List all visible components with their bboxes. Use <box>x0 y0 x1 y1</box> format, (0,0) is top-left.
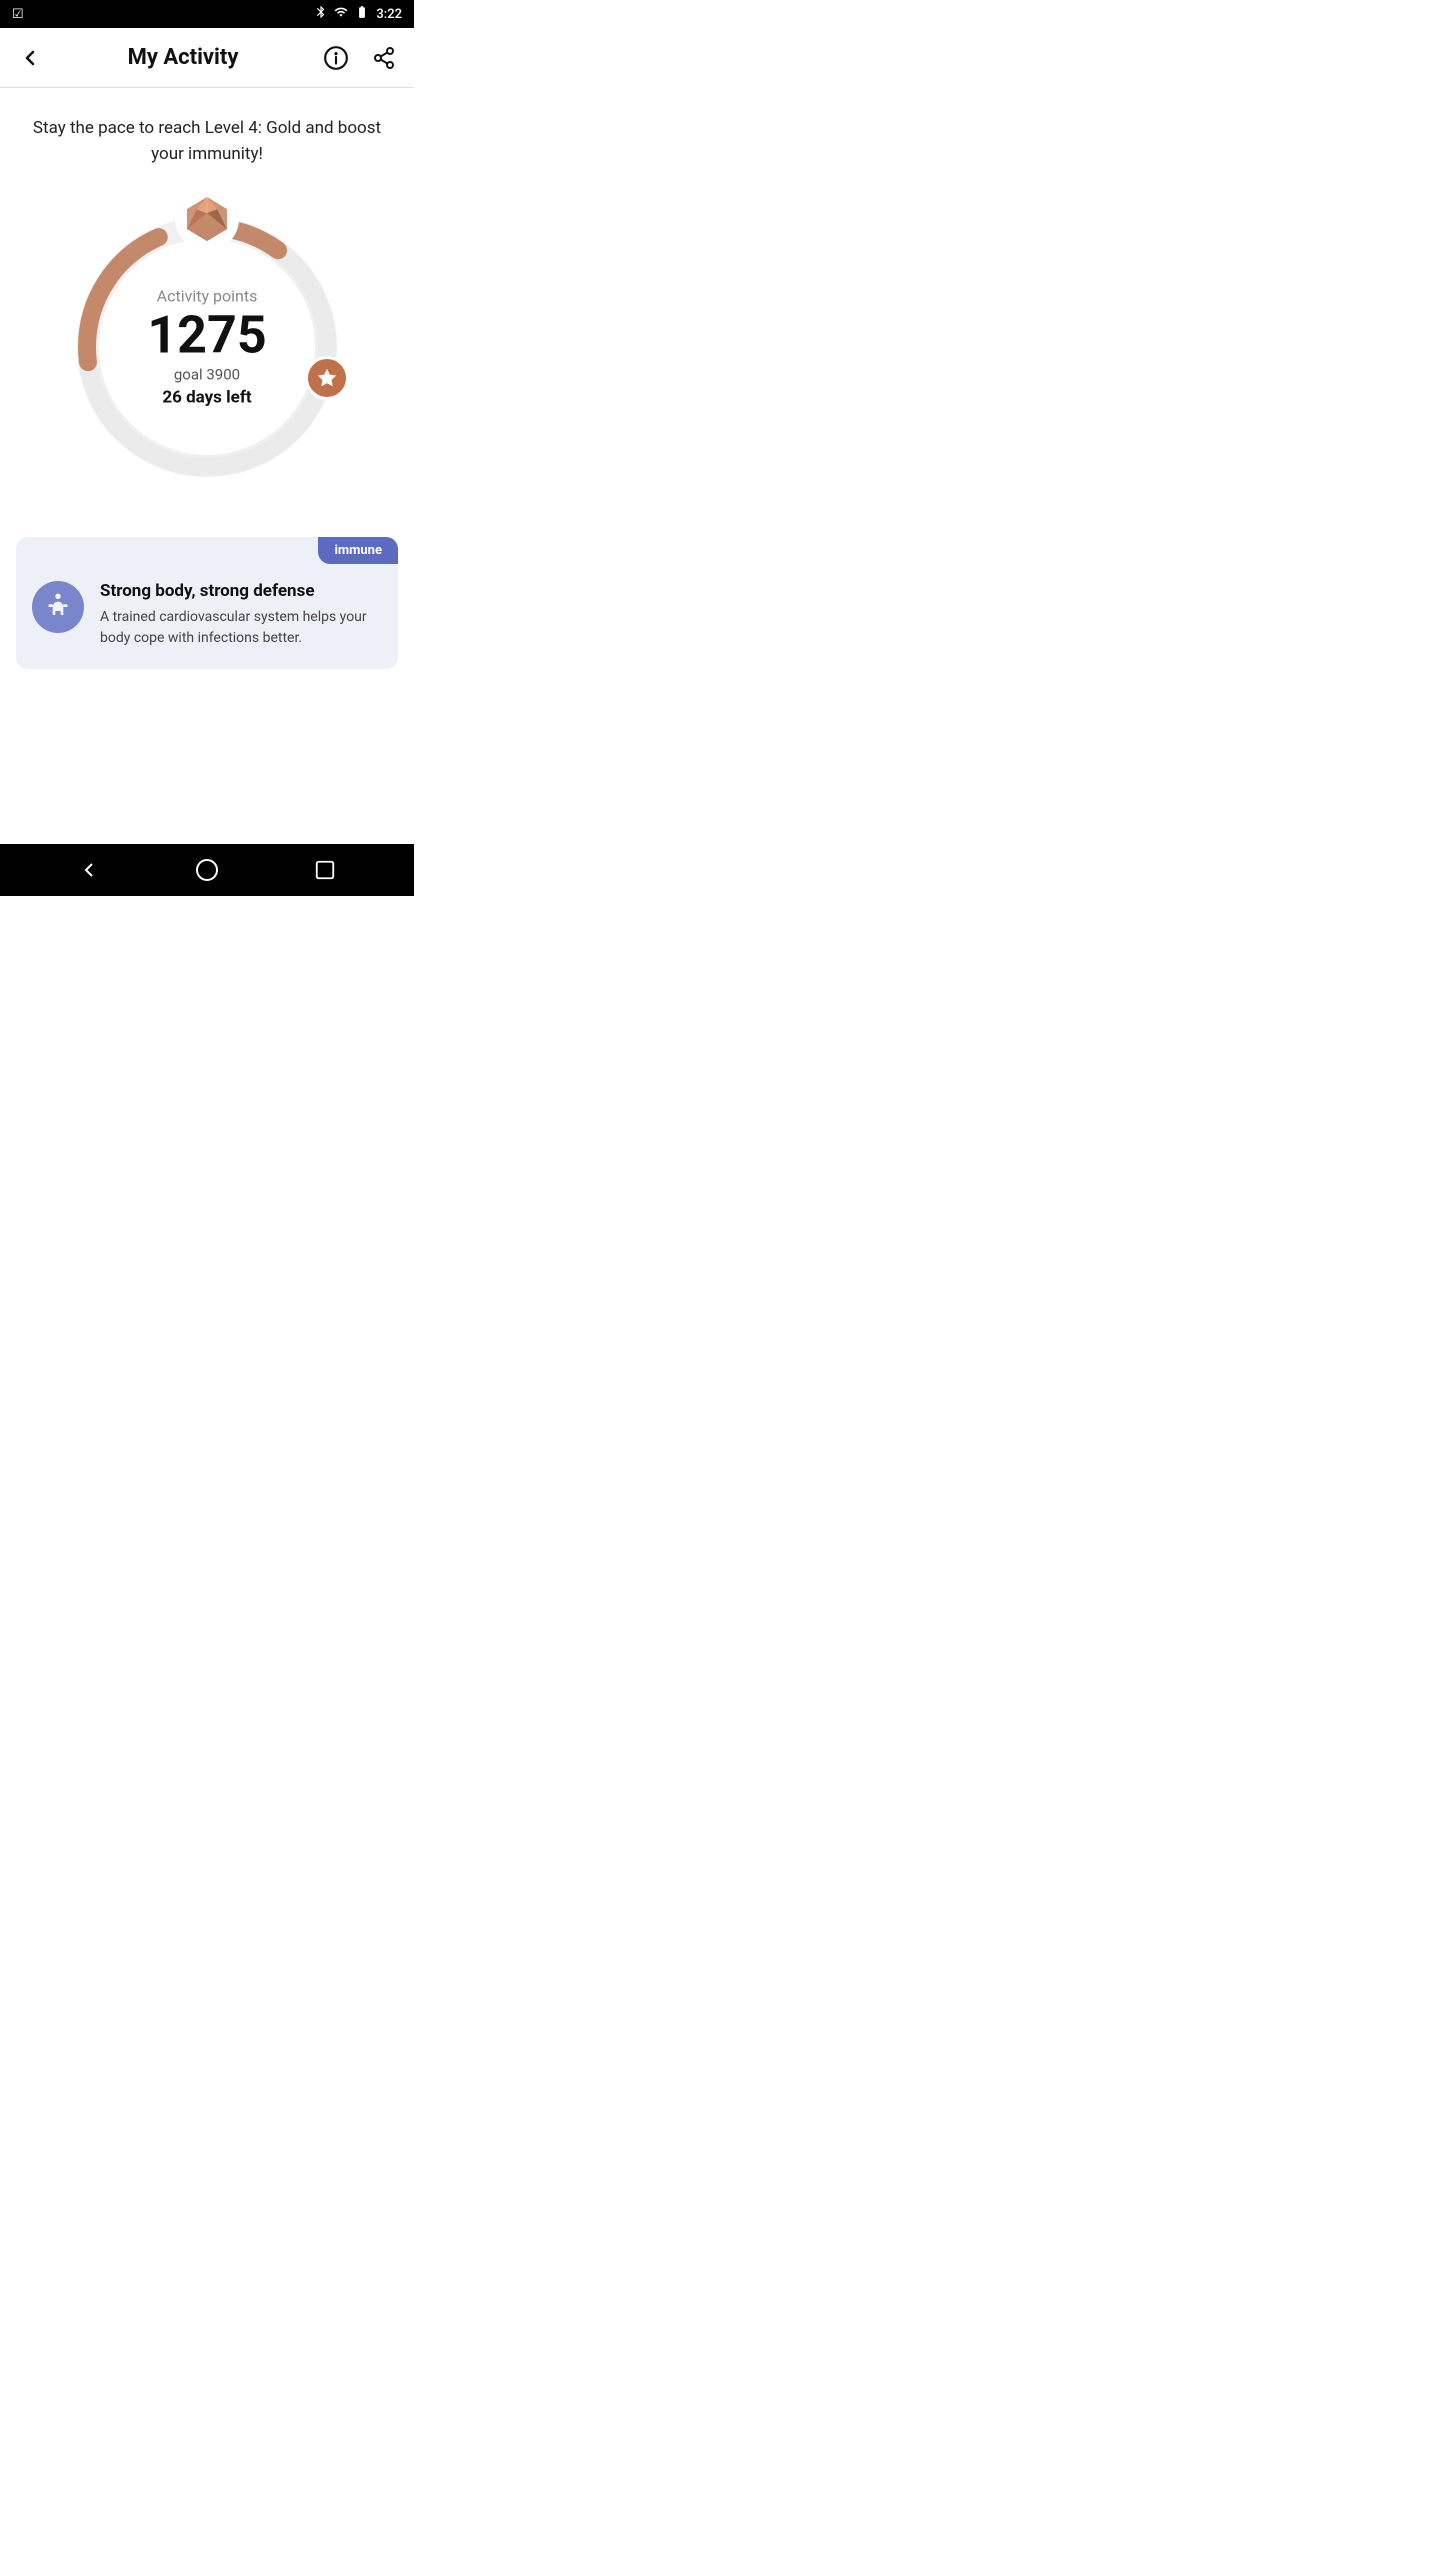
gem-icon <box>175 187 239 251</box>
status-bar-left: ☑ <box>12 7 24 22</box>
signal-icon <box>334 5 348 23</box>
bluetooth-icon <box>314 5 328 23</box>
circle-center-text: Activity points 1275 goal 3900 26 days l… <box>147 287 266 408</box>
activity-goal: goal 3900 <box>174 366 240 384</box>
bottom-nav <box>0 844 414 896</box>
nav-icons <box>322 44 398 72</box>
page-title: My Activity <box>128 45 239 70</box>
info-card-body: Strong body, strong defense A trained ca… <box>32 581 382 649</box>
info-card-description: A trained cardiovascular system helps yo… <box>100 607 382 649</box>
info-card-badge: immune <box>318 537 398 564</box>
activity-circle: Activity points 1275 goal 3900 26 days l… <box>57 197 357 497</box>
status-bar-right: 3:22 <box>314 5 402 23</box>
info-card-title: Strong body, strong defense <box>100 581 382 601</box>
top-nav: My Activity <box>0 28 414 88</box>
motivational-text: Stay the pace to reach Level 4: Gold and… <box>0 88 414 177</box>
home-nav-button[interactable] <box>187 850 227 890</box>
star-icon <box>305 356 349 400</box>
status-bar: ☑ 3:22 <box>0 0 414 28</box>
share-button[interactable] <box>370 44 398 72</box>
info-button[interactable] <box>322 44 350 72</box>
recent-apps-nav-button[interactable] <box>305 850 345 890</box>
back-nav-button[interactable] <box>69 850 109 890</box>
activity-days-left: 26 days left <box>162 388 251 408</box>
battery-icon <box>354 5 370 23</box>
main-content: Stay the pace to reach Level 4: Gold and… <box>0 88 414 844</box>
info-card-icon <box>32 581 84 633</box>
activity-points-value: 1275 <box>147 310 266 362</box>
back-button[interactable] <box>16 44 44 72</box>
activity-points-label: Activity points <box>157 287 258 306</box>
status-app-icon: ☑ <box>12 7 24 22</box>
time-display: 3:22 <box>376 7 402 22</box>
info-card-text-block: Strong body, strong defense A trained ca… <box>100 581 382 649</box>
info-card: immune Strong body, strong defense A tra… <box>16 537 398 669</box>
